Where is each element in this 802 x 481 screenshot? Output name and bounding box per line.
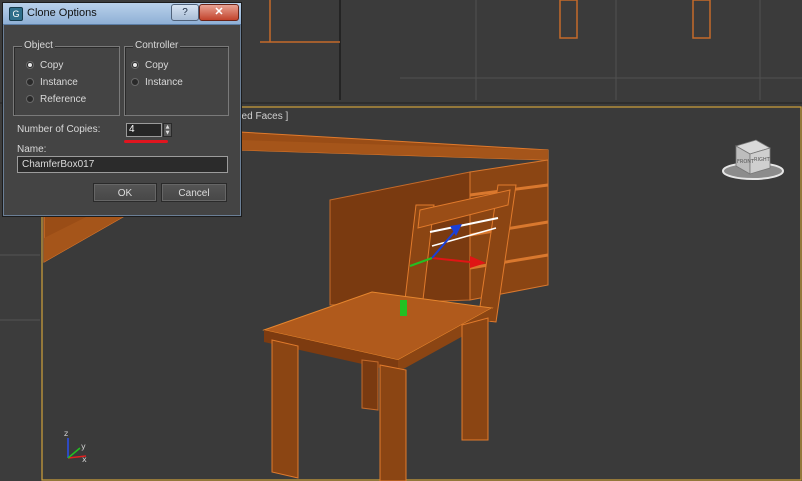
viewcube-right-label: RIGHT [754, 157, 771, 163]
tripod-y-label: y [81, 442, 86, 451]
object-instance-radio[interactable]: Instance [26, 75, 78, 89]
chair-leg [379, 364, 407, 481]
clone-options-dialog: G Clone Options ? ✕ Object Copy Instance… [2, 2, 242, 217]
name-field[interactable]: ChamferBox017 [17, 156, 228, 173]
controller-instance-radio[interactable]: Instance [131, 75, 183, 89]
object-copy-radio[interactable]: Copy [26, 58, 63, 72]
radio-label: Copy [40, 59, 64, 71]
copies-input[interactable]: 4 [126, 123, 162, 137]
radio-icon [131, 78, 139, 86]
chair-leg [361, 359, 379, 411]
help-button[interactable]: ? [171, 4, 199, 21]
name-label: Name: [17, 144, 47, 155]
radio-selected-icon [131, 61, 139, 69]
radio-label: Instance [40, 76, 78, 88]
object-group: Object Copy Instance Reference [13, 40, 120, 116]
radio-label: Copy [145, 59, 169, 71]
ok-button[interactable]: OK [93, 183, 157, 202]
dialog-title: Clone Options [27, 7, 97, 19]
app-icon: G [9, 7, 23, 21]
chair-leg [461, 317, 489, 441]
viewcube-front-label: FRONT [737, 159, 755, 165]
controller-group: Controller Copy Instance [124, 40, 229, 116]
viewport-label[interactable]: ged Faces ] [236, 111, 288, 122]
radio-label: Instance [145, 76, 183, 88]
copies-label: Number of Copies: [17, 124, 101, 135]
controller-copy-radio[interactable]: Copy [131, 58, 168, 72]
radio-label: Reference [40, 93, 87, 105]
cancel-button[interactable]: Cancel [161, 183, 227, 202]
spinner-down-icon[interactable]: ▼ [164, 130, 171, 136]
chair-leg [271, 339, 299, 479]
close-button[interactable]: ✕ [199, 4, 239, 21]
tripod-z-label: z [64, 429, 68, 438]
radio-icon [26, 95, 34, 103]
copies-spinner[interactable]: ▲ ▼ [163, 123, 172, 137]
gizmo-y-arrow[interactable] [400, 300, 407, 316]
object-group-label: Object [22, 40, 55, 51]
radio-icon [26, 78, 34, 86]
tripod-x-label: x [82, 455, 87, 464]
red-highlight-underline [124, 140, 168, 143]
object-reference-radio[interactable]: Reference [26, 92, 86, 106]
radio-selected-icon [26, 61, 34, 69]
controller-group-label: Controller [133, 40, 181, 51]
dialog-titlebar[interactable]: G Clone Options ? ✕ [3, 3, 241, 25]
